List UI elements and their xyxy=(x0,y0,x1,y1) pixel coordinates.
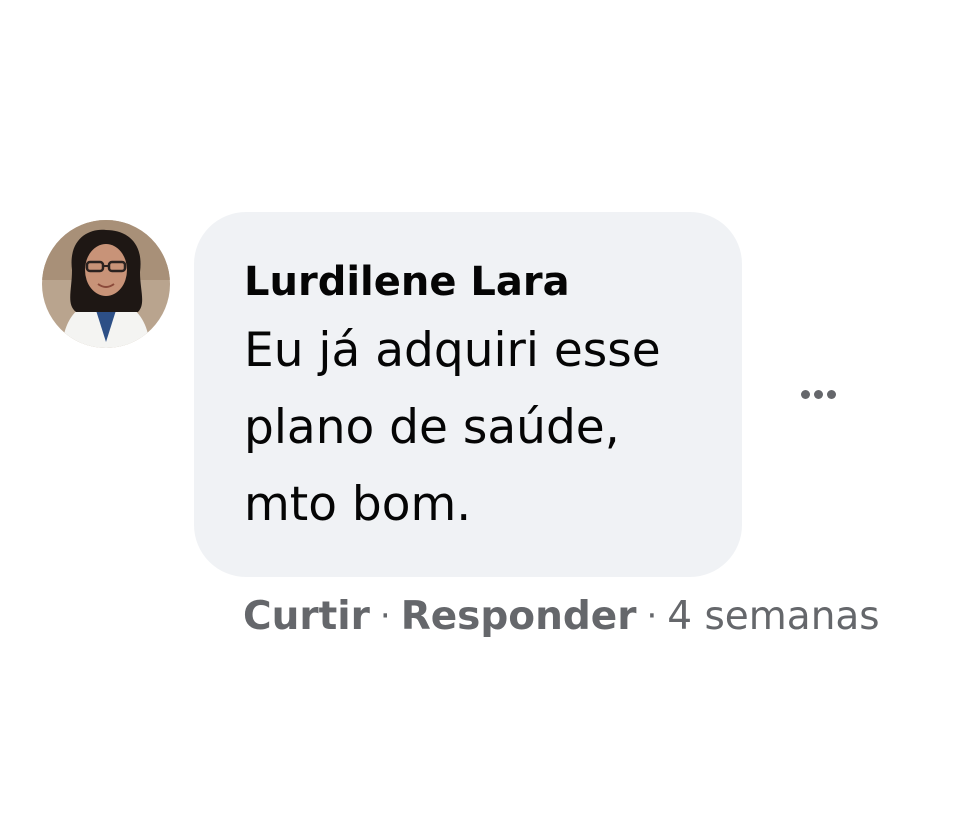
comment-author[interactable]: Lurdilene Lara xyxy=(244,252,702,312)
more-dot xyxy=(800,389,810,399)
comment-timestamp[interactable]: 4 semanas xyxy=(667,594,879,639)
reply-button[interactable]: Responder xyxy=(401,594,637,639)
comment-bubble: Lurdilene Lara Eu já adquiri esse plano … xyxy=(194,212,742,577)
more-dot xyxy=(826,389,836,399)
separator: · xyxy=(646,596,658,636)
comment: Lurdilene Lara Eu já adquiri esse plano … xyxy=(0,0,965,833)
more-options-icon[interactable] xyxy=(786,370,850,418)
separator: · xyxy=(379,596,391,636)
more-dot xyxy=(813,389,823,399)
avatar-photo xyxy=(42,220,170,348)
comment-actions: Curtir · Responder · 4 semanas xyxy=(243,586,880,646)
like-button[interactable]: Curtir xyxy=(243,594,370,639)
comment-message: Eu já adquiri esse plano de saúde, mto b… xyxy=(244,323,661,532)
avatar[interactable] xyxy=(42,220,170,348)
